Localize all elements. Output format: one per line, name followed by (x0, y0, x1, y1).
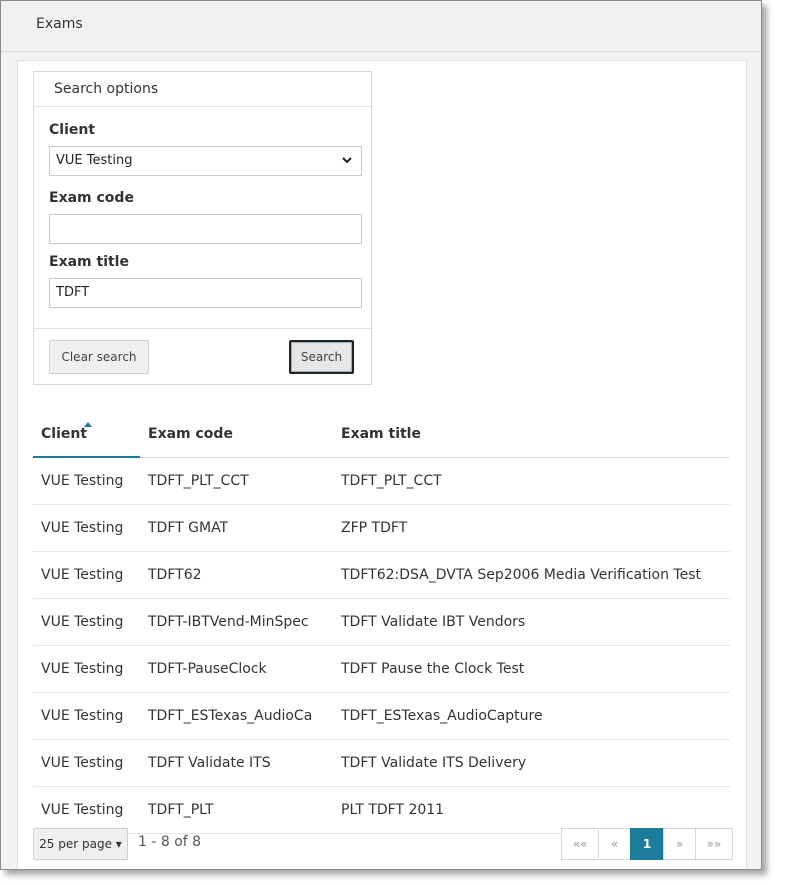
column-header-exam-title[interactable]: Exam title (333, 411, 730, 458)
clear-search-button[interactable]: Clear search (49, 340, 149, 374)
search-options-panel: Search options Client VUE Testing Exam c… (33, 71, 372, 385)
chevron-down-icon (341, 147, 353, 186)
first-page-button[interactable]: «« (561, 828, 599, 860)
per-page-dropdown[interactable]: 25 per page ▾ (33, 828, 128, 860)
search-options-heading: Search options (34, 72, 371, 107)
cell-exam-code: TDFT Validate ITS (140, 739, 333, 787)
cell-exam-title: TDFT_ESTexas_AudioCapture (333, 692, 730, 740)
cell-exam-code: TDFT62 (140, 551, 333, 599)
cell-exam-code: TDFT_PLT_CCT (140, 457, 333, 505)
table-header-row: Client Exam code Exam title (33, 411, 730, 458)
cell-exam-code: TDFT-IBTVend-MinSpec (140, 598, 333, 646)
column-header-label: Exam code (148, 425, 233, 442)
table-row[interactable]: VUE Testing TDFT-IBTVend-MinSpec TDFT Vali… (33, 598, 730, 646)
page-title: Exams (36, 16, 83, 32)
cell-exam-title: TDFT_PLT_CCT (333, 457, 730, 505)
pagination-range: 1 - 8 of 8 (138, 834, 202, 850)
cell-exam-title: TDFT Validate ITS Delivery (333, 739, 730, 787)
client-label: Client (49, 122, 96, 138)
table-row[interactable]: VUE Testing TDFT62 TDFT62:DSA_DVTA Sep2006… (33, 551, 730, 599)
column-header-label: Client (41, 425, 88, 442)
search-button[interactable]: Search (289, 340, 354, 374)
cell-exam-title: PLT TDFT 2011 (333, 786, 730, 834)
cell-exam-code: TDFT-PauseClock (140, 645, 333, 693)
exam-title-input[interactable]: TDFT (49, 278, 362, 308)
column-header-client[interactable]: Client (33, 411, 140, 458)
cell-exam-title: TDFT62:DSA_DVTA Sep2006 Media Verificati… (333, 551, 730, 599)
cell-client: VUE Testing (33, 739, 140, 787)
cell-client: VUE Testing (33, 692, 140, 740)
cell-client: VUE Testing (33, 645, 140, 693)
client-select-value: VUE Testing (56, 153, 133, 168)
cell-client: VUE Testing (33, 504, 140, 552)
cell-client: VUE Testing (33, 598, 140, 646)
sort-ascending-icon (84, 422, 92, 427)
table-row[interactable]: VUE Testing TDFT GMAT ZFP TDFT (33, 504, 730, 552)
cell-client: VUE Testing (33, 551, 140, 599)
cell-exam-code: TDFT_PLT (140, 786, 333, 834)
app-window: Exams Search options Client VUE Testing … (0, 0, 762, 870)
cell-client: VUE Testing (33, 786, 140, 834)
exam-title-label: Exam title (49, 254, 129, 270)
page-1-button[interactable]: 1 (630, 828, 664, 860)
pagination: «« « 1 » »» (561, 828, 733, 860)
last-page-button[interactable]: »» (695, 828, 733, 860)
per-page-label: 25 per page (39, 837, 112, 851)
cell-exam-code: TDFT_ESTexas_AudioCa (140, 692, 333, 740)
search-actions: Clear search Search (34, 328, 371, 385)
cell-exam-title: ZFP TDFT (333, 504, 730, 552)
table-row[interactable]: VUE Testing TDFT_PLT PLT TDFT 2011 (33, 786, 730, 834)
exams-table: Client Exam code Exam title VUE Testing T… (33, 411, 730, 834)
table-row[interactable]: VUE Testing TDFT Validate ITS TDFT Validat… (33, 739, 730, 787)
previous-page-button[interactable]: « (598, 828, 631, 860)
table-row[interactable]: VUE Testing TDFT-PauseClock TDFT Pause the… (33, 645, 730, 693)
content-panel: Search options Client VUE Testing Exam c… (17, 60, 747, 869)
column-header-label: Exam title (341, 425, 421, 442)
cell-exam-title: TDFT Pause the Clock Test (333, 645, 730, 693)
cell-exam-title: TDFT Validate IBT Vendors (333, 598, 730, 646)
column-header-exam-code[interactable]: Exam code (140, 411, 333, 458)
exam-code-input[interactable] (49, 214, 362, 244)
exam-code-label: Exam code (49, 190, 134, 206)
caret-down-icon: ▾ (115, 837, 122, 851)
page-header: Exams (1, 1, 761, 52)
table-row[interactable]: VUE Testing TDFT_PLT_CCT TDFT_PLT_CCT (33, 457, 730, 505)
cell-exam-code: TDFT GMAT (140, 504, 333, 552)
client-select[interactable]: VUE Testing (49, 146, 362, 176)
next-page-button[interactable]: » (663, 828, 696, 860)
cell-client: VUE Testing (33, 457, 140, 505)
table-row[interactable]: VUE Testing TDFT_ESTexas_AudioCa TDFT_ESTe… (33, 692, 730, 740)
